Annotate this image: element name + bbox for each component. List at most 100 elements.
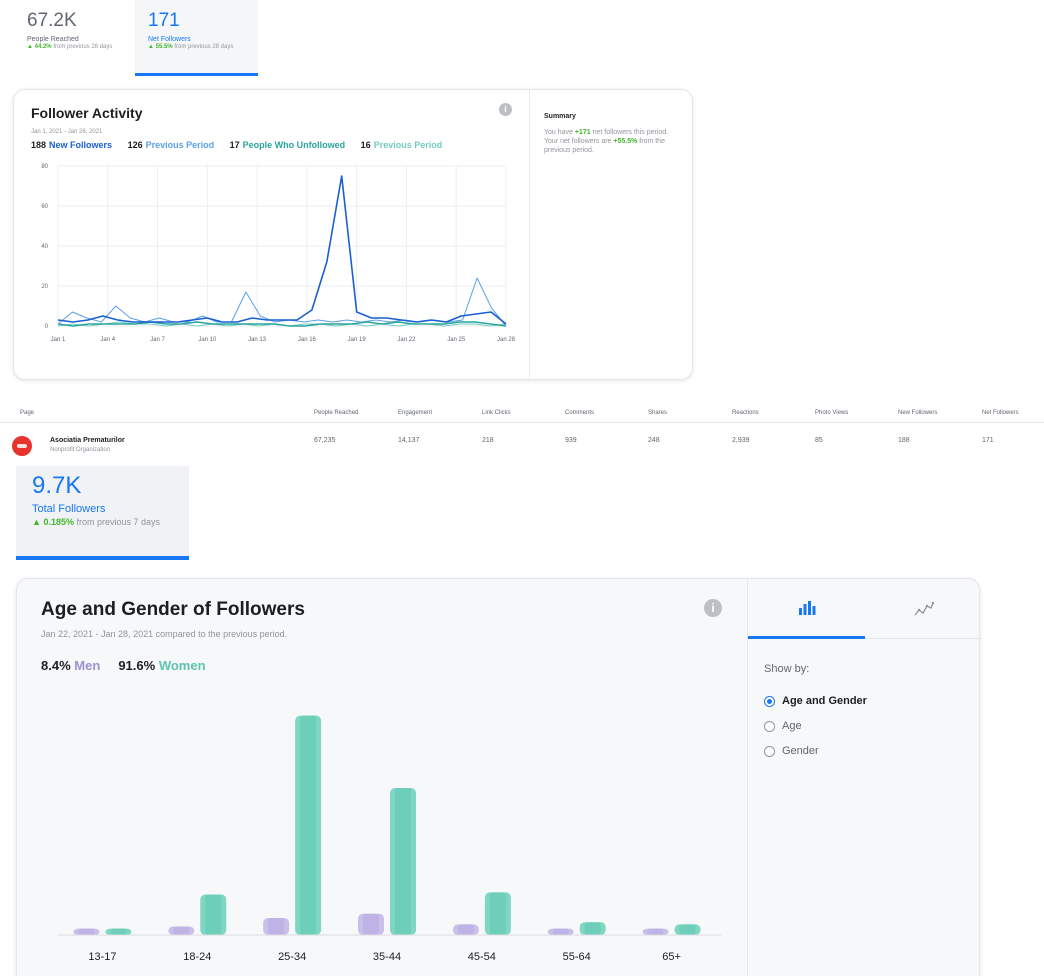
metric-net-followers[interactable]: 171 Net Followers ▲ 55.5% from previous … (135, 0, 258, 76)
table-cell: 939 (565, 437, 577, 444)
age-gender-bar-chart[interactable]: 13-17 18-24 25-34 35-44 45-54 55-64 65+ (41, 679, 731, 976)
metric-change: ▲ 44.2% from previous 28 days (27, 44, 133, 50)
gender-split: 8.4% Men 91.6% Women (41, 658, 206, 673)
column-header[interactable]: Photo Views (815, 410, 848, 416)
metric-change-text: from previous 7 days (76, 517, 161, 527)
radio-age[interactable]: Age (764, 720, 802, 732)
men-label: Men (74, 658, 101, 673)
bar-core (647, 928, 664, 935)
tab-bar-chart[interactable] (748, 579, 865, 639)
bar-core (300, 715, 317, 935)
column-header[interactable]: Shares (648, 410, 667, 416)
legend-label[interactable]: People Who Unfollowed (243, 140, 346, 150)
x-tick-label: 18-24 (183, 951, 211, 963)
bar-core (584, 922, 601, 935)
legend-count: 188 (31, 140, 47, 150)
column-header[interactable]: Link Clicks (482, 410, 511, 416)
column-header[interactable]: Page (20, 410, 34, 416)
x-tick-label: Jan 4 (100, 337, 115, 343)
summary-title: Summary (544, 113, 576, 120)
y-tick-label: 20 (41, 284, 48, 290)
women-label: Women (158, 658, 206, 673)
table-cell: 188 (898, 437, 910, 444)
x-tick-label: Jan 22 (397, 337, 416, 343)
bar-core (363, 913, 379, 935)
up-arrow-icon: ▲ (27, 44, 33, 50)
up-arrow-icon: ▲ (32, 517, 41, 527)
bar-chart-icon (798, 600, 815, 615)
metric-change-text: from previous 28 days (174, 44, 234, 50)
radio-label: Age (782, 720, 802, 732)
metric-label: Net Followers (148, 36, 191, 43)
series-line-0[interactable] (57, 175, 507, 325)
x-tick-label: Jan 28 (497, 337, 516, 343)
x-tick-label: Jan 13 (248, 337, 267, 343)
x-tick-label: Jan 16 (298, 337, 317, 343)
metric-people-reached[interactable]: 67.2K People Reached ▲ 44.2% from previo… (13, 0, 133, 76)
column-header[interactable]: Reactions (732, 410, 759, 416)
y-tick-label: 80 (41, 164, 48, 170)
selected-indicator (135, 73, 258, 76)
metric-label: People Reached (27, 36, 79, 43)
x-tick-label: 55-64 (563, 951, 591, 963)
column-header[interactable]: Engagement (398, 410, 432, 416)
selected-indicator (16, 556, 189, 560)
legend-count: 17 (229, 140, 240, 150)
card-subtitle: Jan 22, 2021 - Jan 28, 2021 compared to … (41, 629, 288, 639)
bar-core (110, 928, 127, 935)
bar-core (457, 924, 474, 935)
x-tick-label: 25-34 (278, 951, 306, 963)
bar-core (395, 788, 411, 935)
x-tick-label: Jan 19 (348, 337, 367, 343)
table-cell: 171 (982, 437, 994, 444)
metric-value: 67.2K (27, 10, 77, 31)
x-tick-label: Jan 1 (51, 337, 66, 343)
metric-total-followers[interactable]: 9.7K Total Followers ▲ 0.185% from previ… (16, 466, 189, 560)
table-row[interactable]: Asociatia Prematurilor Nonprofit Organiz… (0, 430, 1044, 462)
radio-age-and-gender[interactable]: Age and Gender (764, 695, 867, 707)
metric-value: 171 (148, 10, 180, 31)
legend-label[interactable]: New Followers (49, 140, 112, 150)
metric-change: ▲ 0.185% from previous 7 days (32, 517, 189, 527)
metric-change-pct: 44.2% (34, 44, 52, 50)
radio-label: Gender (782, 745, 819, 757)
x-tick-label: 45-54 (468, 951, 496, 963)
follower-line-chart[interactable]: 0 20 40 60 80 Jan 1 Jan 4 Jan 7 Jan 10 Jan 13 Jan … (28, 156, 523, 351)
page-name[interactable]: Asociatia Prematurilor (50, 437, 125, 444)
table-cell: 248 (648, 437, 660, 444)
divider (529, 90, 530, 379)
table-cell: 2,939 (732, 437, 750, 444)
chart-type-tabs (748, 579, 982, 639)
bar-core (552, 928, 569, 935)
info-icon[interactable]: i (499, 103, 512, 116)
women-pct: 91.6% (118, 658, 156, 673)
column-header[interactable]: New Followers (898, 410, 937, 416)
date-range: Jan 1, 2021 - Jan 28, 2021 (31, 129, 103, 135)
info-icon[interactable]: i (704, 599, 722, 617)
legend-count: 16 (360, 140, 371, 150)
bar-core (679, 924, 696, 935)
metric-change-pct: 55.5% (155, 44, 173, 50)
legend-label[interactable]: Previous Period (374, 140, 443, 150)
x-tick-label: Jan 25 (447, 337, 466, 343)
tab-line-chart[interactable] (865, 579, 982, 639)
column-header[interactable]: Net Followers (982, 410, 1019, 416)
y-tick-label: 40 (41, 244, 48, 250)
legend-label[interactable]: Previous Period (146, 140, 215, 150)
summary-text: You have +171 net followers this period.… (544, 129, 669, 154)
x-tick-label: Jan 10 (198, 337, 217, 343)
show-by-label: Show by: (764, 663, 810, 675)
column-header[interactable]: Comments (565, 410, 594, 416)
legend-count: 126 (127, 140, 143, 150)
x-tick-label: 35-44 (373, 951, 401, 963)
metric-label: Total Followers (32, 503, 106, 515)
table-cell: 67,235 (314, 437, 336, 444)
x-tick-label: Jan 7 (150, 337, 165, 343)
bar-core (173, 926, 190, 935)
radio-gender[interactable]: Gender (764, 745, 819, 757)
table-cell: 218 (482, 437, 494, 444)
follower-activity-card: Follower Activity i Jan 1, 2021 - Jan 28… (13, 89, 693, 380)
column-header[interactable]: People Reached (314, 410, 358, 416)
bar-core (205, 894, 222, 935)
series-line-1[interactable] (57, 277, 507, 327)
